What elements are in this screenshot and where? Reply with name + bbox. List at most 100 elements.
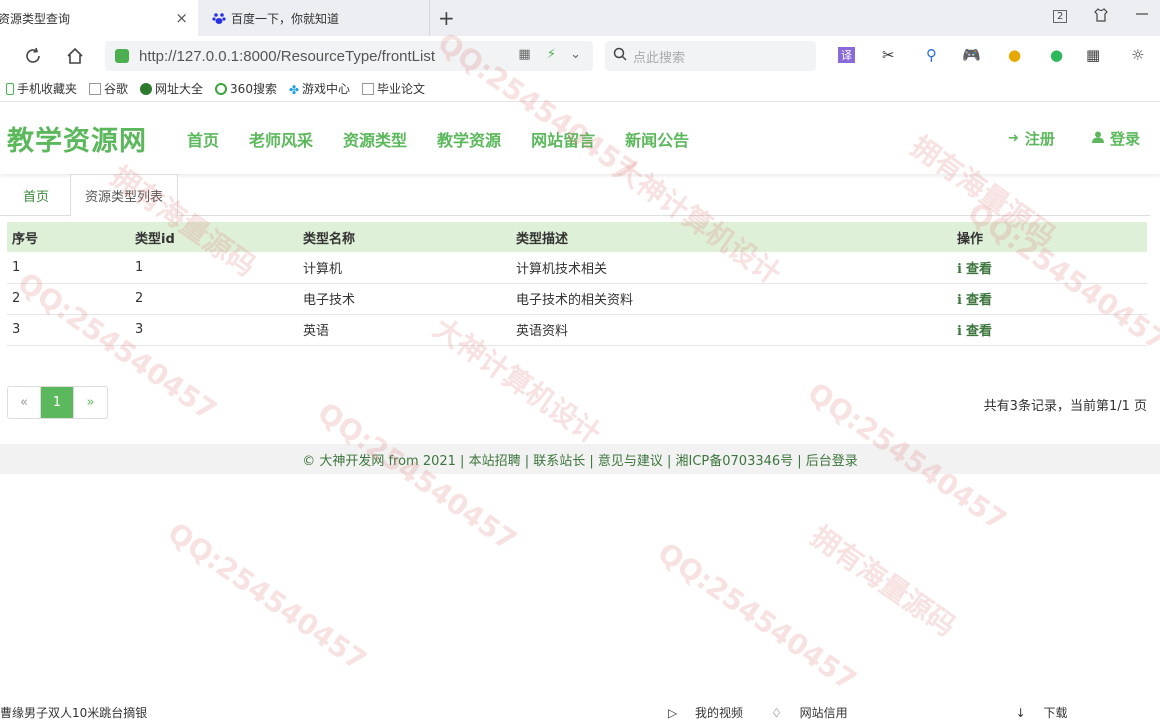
bookmark-games[interactable]: ✤ 游戏中心 [289, 80, 350, 97]
tab-count-icon[interactable]: 2 [1053, 10, 1068, 23]
page-icon [89, 82, 102, 95]
info-icon: i [957, 324, 962, 339]
apps-grid-icon[interactable]: ▦ [1086, 46, 1100, 64]
bookmark-google[interactable]: 谷歌 [89, 80, 128, 97]
table-row: 2 2 电子技术 电子技术的相关资料 i 查看 [7, 283, 1147, 315]
site-logo[interactable]: 教学资源网 [7, 119, 147, 158]
sun-icon[interactable]: ☼ [1131, 46, 1144, 64]
record-info: 共有3条记录，当前第1/1 页 [983, 399, 1147, 414]
nav-news[interactable]: 新闻公告 [625, 127, 689, 151]
cell-id: 2 [130, 283, 298, 315]
tab-resource-type-list[interactable]: 资源类型列表 [70, 174, 179, 217]
watermark-text: 拥有海量源码 [804, 519, 962, 643]
cell-name: 计算机 [298, 252, 511, 284]
pagination: « 1 » [7, 386, 108, 419]
flame-icon: ♢ [771, 706, 786, 720]
info-icon: i [957, 261, 962, 277]
chevron-down-icon[interactable]: ⌄ [570, 47, 581, 62]
news-ticker[interactable]: 曹缘男子双人10米跳台摘银 [0, 704, 147, 721]
bookmark-360[interactable]: 360搜索 [215, 80, 277, 97]
watermark-text: QQ:254540457 [311, 395, 523, 558]
column-header: 操作 [952, 222, 1147, 252]
column-header: 序号 [7, 222, 130, 252]
info-icon: i [957, 293, 962, 308]
bookmark-hao[interactable]: 网址大全 [140, 80, 203, 97]
url-actions: ▦ ⚡ ⌄ [518, 47, 581, 62]
site-footer: © 大神开发网 from 2021 | 本站招聘 | 联系站长 | 意见与建议 … [0, 444, 1160, 474]
url-text: http://127.0.0.1:8000/ResourceType/front… [139, 47, 436, 65]
bookmarks-bar: 手机收藏夹 谷歌 网址大全 360搜索 ✤ 游戏中心 毕业论文 [0, 76, 1160, 102]
footer-text[interactable]: © 大神开发网 from 2021 | 本站招聘 | 联系站长 | 意见与建议 … [302, 450, 858, 469]
column-header: 类型id [130, 222, 298, 252]
url-field[interactable]: http://127.0.0.1:8000/ResourceType/front… [105, 41, 593, 71]
page-1-button[interactable]: 1 [41, 387, 74, 418]
next-page-button[interactable]: » [74, 387, 107, 418]
my-video-button[interactable]: ▷ 我的视频 [668, 704, 757, 721]
nav-messages[interactable]: 网站留言 [531, 127, 595, 151]
bookmark-thesis[interactable]: 毕业论文 [362, 80, 425, 97]
video-icon: ▷ [668, 706, 682, 720]
cell-no: 2 [7, 283, 130, 315]
bookmark-mobile[interactable]: 手机收藏夹 [6, 80, 77, 97]
view-button[interactable]: i 查看 [957, 262, 992, 277]
site-credit-button[interactable]: ♢ 网站信用 [771, 704, 862, 721]
phone-icon [6, 82, 14, 95]
tab-home[interactable]: 首页 [9, 174, 63, 216]
home-icon[interactable] [64, 45, 86, 67]
column-header: 类型名称 [298, 222, 511, 252]
browser-tab-bar: 资源类型查询 × 百度一下，你就知道 + 2 [0, 0, 1160, 36]
watermark-text: QQ:254540457 [651, 535, 863, 698]
cell-desc: 英语资料 [511, 314, 952, 346]
table-row: 1 1 计算机 计算机技术相关 i 查看 [7, 252, 1147, 284]
download-icon: ↓ [1015, 706, 1030, 720]
page-icon [362, 82, 375, 95]
nav-resource-types[interactable]: 资源类型 [343, 127, 407, 151]
resource-type-table: 序号 类型id 类型名称 类型描述 操作 1 1 计算机 计算机技术相关 i 查看… [7, 222, 1147, 346]
column-header: 类型描述 [511, 222, 952, 252]
tab-resource-type-query[interactable]: 资源类型查询 × [0, 0, 198, 36]
close-tab-icon[interactable]: × [175, 9, 188, 27]
translate-icon[interactable]: 译 [838, 47, 855, 63]
search-placeholder: 点此搜索 [633, 50, 686, 66]
address-bar: http://127.0.0.1:8000/ResourceType/front… [0, 36, 1160, 76]
cell-desc: 计算机技术相关 [511, 252, 952, 284]
shield-icon [115, 49, 129, 63]
wechat-icon[interactable]: ● [1050, 46, 1063, 64]
cell-desc: 电子技术的相关资料 [511, 283, 952, 315]
qr-code-icon[interactable]: ▦ [518, 47, 530, 62]
main-nav: 首页 老师风采 资源类型 教学资源 网站留言 新闻公告 [187, 127, 719, 151]
browser-status-bar: 曹缘男子双人10米跳台摘银 ▷ 我的视频 ♢ 网站信用 ↓ 下载 [0, 704, 1160, 720]
tab-title: 资源类型查询 [0, 11, 71, 26]
site-header: 教学资源网 首页 老师风采 资源类型 教学资源 网站留言 新闻公告 ➜ 注册 登… [0, 102, 1160, 174]
cell-no: 1 [7, 252, 130, 284]
tab-baidu[interactable]: 百度一下，你就知道 [198, 0, 430, 36]
game-center-icon: ✤ [288, 82, 300, 97]
cell-name: 电子技术 [298, 283, 511, 315]
new-tab-button[interactable]: + [438, 6, 455, 30]
search-icon [613, 47, 627, 65]
cell-name: 英语 [298, 314, 511, 346]
register-link[interactable]: ➜ 注册 [1008, 128, 1055, 149]
coin-icon[interactable]: ● [1008, 46, 1021, 64]
nav-teachers[interactable]: 老师风采 [249, 127, 313, 151]
magnifier-icon[interactable]: ⚲ [926, 46, 937, 64]
gamepad-icon[interactable]: 🎮 [962, 46, 981, 64]
download-button[interactable]: ↓ 下载 [1016, 704, 1082, 721]
login-link[interactable]: 登录 [1092, 128, 1140, 149]
prev-page-button[interactable]: « [8, 387, 41, 418]
reload-icon[interactable] [22, 45, 44, 67]
table-header-row: 序号 类型id 类型名称 类型描述 操作 [7, 222, 1147, 252]
breadcrumb-tabs: 首页 资源类型列表 [0, 174, 1150, 217]
scissors-icon[interactable]: ✂ [882, 46, 895, 64]
nav-home[interactable]: 首页 [187, 127, 219, 151]
view-button[interactable]: i 查看 [957, 324, 992, 339]
user-icon [1092, 131, 1104, 147]
minimize-icon[interactable] [1136, 8, 1148, 24]
view-button[interactable]: i 查看 [957, 293, 992, 308]
lightning-icon[interactable]: ⚡ [547, 47, 556, 62]
search-input[interactable]: 点此搜索 [605, 41, 816, 71]
baidu-paw-icon [212, 11, 226, 25]
watermark-text: QQ:254540457 [161, 515, 373, 678]
nav-teaching-resources[interactable]: 教学资源 [437, 127, 501, 151]
shirt-skin-icon[interactable] [1094, 8, 1108, 26]
